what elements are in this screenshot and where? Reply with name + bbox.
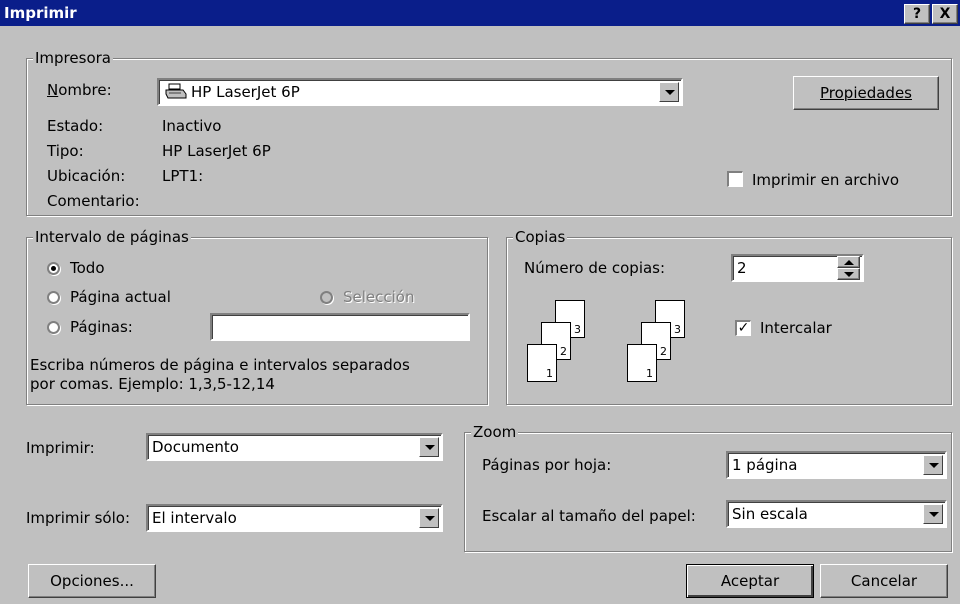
printer-icon (165, 83, 187, 99)
page-icon: 1 (527, 344, 557, 382)
collate-label[interactable]: Intercalar (760, 318, 832, 338)
help-button[interactable]: ? (904, 4, 930, 24)
page-icon: 1 (627, 344, 657, 382)
print-what-label: Imprimir: (26, 439, 95, 457)
pages-per-sheet-combo[interactable]: 1 página (726, 451, 947, 479)
page-range-legend: Intervalo de páginas (33, 228, 191, 246)
scale-value: Sin escala (732, 505, 808, 523)
pages-per-sheet-label: Páginas por hoja: (482, 456, 612, 474)
pages-input[interactable] (210, 313, 470, 341)
range-all-label[interactable]: Todo (70, 258, 105, 278)
printer-name-label: Nombre: (47, 81, 112, 99)
copies-count-value: 2 (737, 259, 747, 277)
range-all-radio[interactable] (47, 262, 60, 275)
print-to-file-label[interactable]: Imprimir en archivo (752, 170, 899, 190)
range-pages-label[interactable]: Páginas: (70, 317, 133, 337)
cancel-button[interactable]: Cancelar (820, 564, 948, 598)
print-only-value: El intervalo (152, 509, 237, 527)
ok-label: Aceptar (720, 572, 780, 590)
range-current-radio[interactable] (47, 291, 60, 304)
ok-button[interactable]: Aceptar (686, 564, 814, 598)
properties-button[interactable]: Propiedades (793, 76, 939, 110)
range-selection-label[interactable]: Selección (343, 287, 415, 307)
chevron-down-icon[interactable] (923, 504, 943, 524)
chevron-down-icon[interactable] (923, 455, 943, 475)
spin-down-icon[interactable] (837, 268, 860, 280)
copies-count-label: Número de copias: (524, 259, 666, 277)
dialog-title: Imprimir (4, 4, 77, 22)
status-value: Inactivo (162, 117, 222, 135)
print-to-file-checkbox[interactable] (727, 171, 743, 187)
properties-label: Propiedades (820, 84, 912, 102)
type-value: HP LaserJet 6P (162, 142, 271, 160)
location-value: LPT1: (162, 167, 204, 185)
printer-legend: Impresora (33, 49, 113, 67)
scale-label: Escalar al tamaño del papel: (482, 507, 696, 525)
chevron-down-icon[interactable] (419, 437, 439, 457)
chevron-down-icon[interactable] (419, 508, 439, 528)
close-button[interactable]: X (932, 4, 958, 24)
status-label: Estado: (47, 117, 104, 135)
print-only-combo[interactable]: El intervalo (146, 504, 443, 532)
comment-label: Comentario: (47, 192, 140, 210)
location-label: Ubicación: (47, 167, 126, 185)
range-hint-line2: por comas. Ejemplo: 1,3,5-12,14 (30, 375, 275, 393)
zoom-legend: Zoom (471, 423, 519, 441)
spin-up-icon[interactable] (837, 256, 860, 268)
scale-combo[interactable]: Sin escala (726, 500, 947, 528)
cancel-label: Cancelar (850, 572, 918, 590)
printer-name-combo[interactable]: HP LaserJet 6P (157, 78, 683, 106)
chevron-down-icon[interactable] (659, 82, 679, 102)
options-label: Opciones... (50, 572, 134, 590)
title-bar[interactable]: Imprimir ? X (0, 0, 960, 26)
range-selection-radio[interactable] (320, 291, 333, 304)
printer-name-value: HP LaserJet 6P (191, 83, 300, 101)
range-pages-radio[interactable] (47, 321, 60, 334)
copies-legend: Copias (513, 228, 568, 246)
collate-checkbox[interactable]: ✓ (735, 320, 751, 336)
copies-spinner[interactable]: 2 (731, 254, 864, 282)
range-current-label[interactable]: Página actual (70, 287, 171, 307)
print-dialog: Imprimir ? X Impresora Nombre: HP LaserJ… (0, 0, 960, 604)
range-hint-line1: Escriba números de página e intervalos s… (30, 356, 410, 374)
pages-per-sheet-value: 1 página (732, 456, 798, 474)
print-what-combo[interactable]: Documento (146, 433, 443, 461)
options-button[interactable]: Opciones... (28, 564, 156, 598)
print-what-value: Documento (152, 438, 239, 456)
print-only-label: Imprimir sólo: (26, 509, 130, 527)
type-label: Tipo: (47, 142, 84, 160)
zoom-group: Zoom (464, 423, 952, 552)
